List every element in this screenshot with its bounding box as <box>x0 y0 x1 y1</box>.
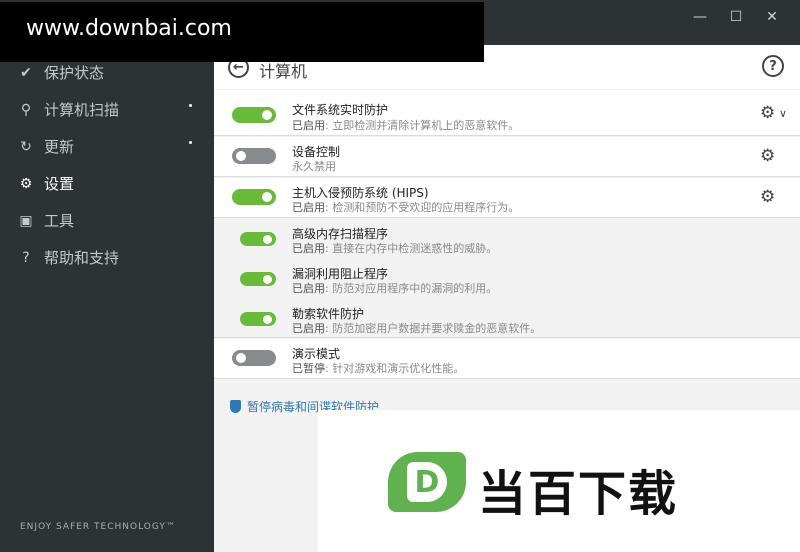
gear-icon[interactable]: ⚙ <box>760 103 775 123</box>
sidebar-item-label: 设置 <box>44 175 75 193</box>
sidebar-item-label: 更新 <box>44 138 75 156</box>
setting-description: 已启用: 检测和预防不受欢迎的应用程序行为。 <box>292 201 520 214</box>
toggle-switch[interactable] <box>240 272 276 286</box>
toolbox-icon: ▣ <box>19 212 33 229</box>
logo-letter: D <box>407 462 447 502</box>
setting-row-presentation-mode: 演示模式 已暂停: 针对游戏和演示优化性能。 <box>214 339 800 379</box>
maximize-icon[interactable]: ☐ <box>716 0 756 34</box>
help-icon: ? <box>22 249 30 266</box>
chevron-down-icon[interactable]: ∨ <box>779 107 787 120</box>
sidebar-item-label: 保护状态 <box>44 64 105 82</box>
minimize-icon[interactable]: — <box>680 0 720 34</box>
toggle-switch[interactable] <box>232 148 276 164</box>
shield-icon <box>230 400 241 413</box>
tagline: ENJOY SAFER TECHNOLOGY™ <box>20 522 176 532</box>
toggle-switch[interactable] <box>240 312 276 326</box>
toggle-switch[interactable] <box>240 232 276 246</box>
watermark-logo: D 当百下载 <box>318 410 800 552</box>
search-icon: ⚲ <box>20 101 32 118</box>
app-window: — ☐ ✕ www.downbai.com ✔ 保护状态 ⚲ 计算机扫描 ↻ 更… <box>0 0 800 552</box>
refresh-icon: ↻ <box>20 138 32 155</box>
notification-dot <box>189 104 192 107</box>
toggle-switch[interactable] <box>232 189 276 205</box>
setting-row-ransomware-shield: 勒索软件防护 已启用: 防范加密用户数据并要求赎金的恶意软件。 <box>214 299 800 338</box>
sidebar-item-label: 帮助和支持 <box>44 249 120 267</box>
setting-description: 已暂停: 针对游戏和演示优化性能。 <box>292 362 465 375</box>
gear-icon[interactable]: ⚙ <box>760 146 775 166</box>
setting-description: 永久禁用 <box>292 160 336 173</box>
sidebar-item-label: 工具 <box>44 212 75 230</box>
sidebar-item-tools[interactable]: ▣ 工具 <box>0 202 214 239</box>
gear-icon[interactable]: ⚙ <box>760 187 775 207</box>
close-icon[interactable]: ✕ <box>752 0 792 34</box>
toggle-switch[interactable] <box>232 350 276 366</box>
setting-row-device-control: 设备控制 永久禁用 ⚙ <box>214 137 800 177</box>
help-question-icon[interactable]: ? <box>762 55 784 77</box>
notification-dot <box>189 141 192 144</box>
logo-badge-icon: D <box>388 452 466 512</box>
setting-description: 已启用: 防范加密用户数据并要求赎金的恶意软件。 <box>292 322 542 335</box>
sidebar: ✔ 保护状态 ⚲ 计算机扫描 ↻ 更新 ⚙ 设置 ▣ 工具 ? 帮助和支持 EN… <box>0 34 214 552</box>
sidebar-item-settings[interactable]: ⚙ 设置 <box>0 165 214 202</box>
sidebar-item-computer-scan[interactable]: ⚲ 计算机扫描 <box>0 91 214 128</box>
setting-row-exploit-blocker: 漏洞利用阻止程序 已启用: 防范对应用程序中的漏洞的利用。 <box>214 259 800 299</box>
setting-title: 文件系统实时防护 <box>292 103 389 117</box>
sidebar-item-help[interactable]: ? 帮助和支持 <box>0 239 214 276</box>
toggle-switch[interactable] <box>232 107 276 123</box>
setting-description: 已启用: 直接在内存中检测迷惑性的威胁。 <box>292 242 498 255</box>
gear-icon: ⚙ <box>19 175 33 192</box>
check-icon: ✔ <box>20 64 32 81</box>
logo-text: 当百下载 <box>478 466 679 522</box>
watermark-url: www.downbai.com <box>0 2 484 62</box>
setting-row-advanced-memory-scanner: 高级内存扫描程序 已启用: 直接在内存中检测迷惑性的威胁。 <box>214 219 800 259</box>
setting-description: 已启用: 立即检测并清除计算机上的恶意软件。 <box>292 119 520 132</box>
setting-row-hips: 主机入侵预防系统 (HIPS) 已启用: 检测和预防不受欢迎的应用程序行为。 ⚙ <box>214 178 800 218</box>
sidebar-item-update[interactable]: ↻ 更新 <box>0 128 214 165</box>
setting-row-file-system-protection: 文件系统实时防护 已启用: 立即检测并清除计算机上的恶意软件。 ⚙ ∨ <box>214 90 800 136</box>
setting-description: 已启用: 防范对应用程序中的漏洞的利用。 <box>292 282 498 295</box>
sidebar-item-label: 计算机扫描 <box>44 101 120 119</box>
